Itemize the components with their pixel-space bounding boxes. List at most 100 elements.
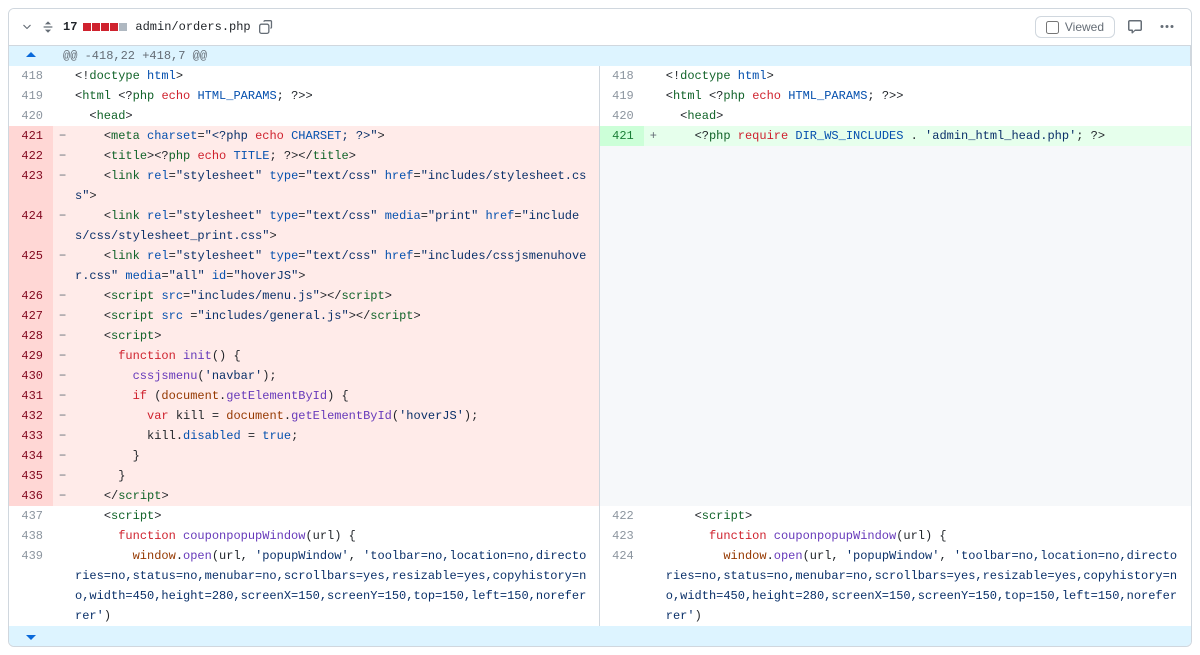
empty-code: [644, 446, 1191, 466]
comment-icon[interactable]: [1123, 15, 1147, 39]
diffstat-block: [92, 23, 100, 31]
line-number-left[interactable]: 438: [9, 526, 53, 546]
empty-gutter: [600, 306, 644, 326]
empty-gutter: [600, 346, 644, 366]
diff-row: 432− var kill = document.getElementById(…: [9, 406, 1191, 426]
line-number-right[interactable]: 419: [600, 86, 644, 106]
copy-path-icon[interactable]: [259, 20, 273, 34]
file-menu-icon[interactable]: [1155, 15, 1179, 39]
code-left-del: − <link rel="stylesheet" type="text/css"…: [53, 166, 600, 206]
empty-code: [644, 386, 1191, 406]
code-left-del: − }: [53, 446, 600, 466]
line-number-right[interactable]: 418: [600, 66, 644, 86]
line-number-left[interactable]: 422: [9, 146, 53, 166]
empty-code: [644, 486, 1191, 506]
empty-code: [644, 206, 1191, 246]
empty-gutter: [600, 166, 644, 206]
code-left: <!doctype html>: [53, 66, 600, 86]
empty-gutter: [600, 326, 644, 346]
line-number-left[interactable]: 418: [9, 66, 53, 86]
diff-row: 430− cssjsmenu('navbar');: [9, 366, 1191, 386]
diff-row: 431− if (document.getElementById) {: [9, 386, 1191, 406]
line-number-left[interactable]: 431: [9, 386, 53, 406]
diff-row: 435− }: [9, 466, 1191, 486]
line-number-left[interactable]: 433: [9, 426, 53, 446]
line-number-left[interactable]: 429: [9, 346, 53, 366]
diff-row: 437 <script>422 <script>: [9, 506, 1191, 526]
diff-file: 17 admin/orders.php Viewed @@ -418,: [8, 8, 1192, 647]
diff-row: 426− <script src="includes/menu.js"></sc…: [9, 286, 1191, 306]
code-right: <!doctype html>: [644, 66, 1191, 86]
diffstat-block: [119, 23, 127, 31]
file-path[interactable]: admin/orders.php: [135, 20, 250, 34]
line-number-left[interactable]: 435: [9, 466, 53, 486]
diffstat: 17: [63, 20, 127, 34]
empty-gutter: [600, 426, 644, 446]
diff-row: 421− <meta charset="<?php echo CHARSET; …: [9, 126, 1191, 146]
line-number-left[interactable]: 420: [9, 106, 53, 126]
code-left-del: − var kill = document.getElementById('ho…: [53, 406, 600, 426]
code-left: <html <?php echo HTML_PARAMS; ?>>: [53, 86, 600, 106]
diff-row: 436− </script>: [9, 486, 1191, 506]
diff-row: 425− <link rel="stylesheet" type="text/c…: [9, 246, 1191, 286]
code-left: function couponpopupWindow(url) {: [53, 526, 600, 546]
code-left-del: − <title><?php echo TITLE; ?></title>: [53, 146, 600, 166]
line-number-right[interactable]: 420: [600, 106, 644, 126]
code-left-del: − function init() {: [53, 346, 600, 366]
line-number-left[interactable]: 423: [9, 166, 53, 206]
empty-gutter: [600, 466, 644, 486]
line-number-left[interactable]: 426: [9, 286, 53, 306]
diff-row: 423− <link rel="stylesheet" type="text/c…: [9, 166, 1191, 206]
empty-gutter: [600, 386, 644, 406]
code-left: <script>: [53, 506, 600, 526]
line-number-left[interactable]: 432: [9, 406, 53, 426]
empty-code: [644, 346, 1191, 366]
line-number-left[interactable]: 421: [9, 126, 53, 146]
file-header: 17 admin/orders.php Viewed: [9, 9, 1191, 46]
empty-code: [644, 466, 1191, 486]
empty-code: [644, 406, 1191, 426]
code-left-del: − </script>: [53, 486, 600, 506]
empty-gutter: [600, 366, 644, 386]
line-number-left[interactable]: 430: [9, 366, 53, 386]
line-number-right[interactable]: 421: [600, 126, 644, 146]
code-left-del: − <link rel="stylesheet" type="text/css"…: [53, 206, 600, 246]
line-number-right[interactable]: 423: [600, 526, 644, 546]
code-left-del: − kill.disabled = true;: [53, 426, 600, 446]
line-number-left[interactable]: 427: [9, 306, 53, 326]
empty-code: [644, 246, 1191, 286]
line-number-left[interactable]: 428: [9, 326, 53, 346]
line-number-left[interactable]: 434: [9, 446, 53, 466]
code-right-add: + <?php require DIR_WS_INCLUDES . 'admin…: [644, 126, 1191, 146]
collapse-toggle[interactable]: [21, 21, 33, 33]
line-number-left[interactable]: 424: [9, 206, 53, 246]
viewed-toggle[interactable]: Viewed: [1035, 16, 1115, 38]
line-number-right[interactable]: 424: [600, 546, 644, 626]
empty-gutter: [600, 406, 644, 426]
line-number-left[interactable]: 425: [9, 246, 53, 286]
line-number-left[interactable]: 437: [9, 506, 53, 526]
diff-row: 429− function init() {: [9, 346, 1191, 366]
viewed-checkbox[interactable]: [1046, 21, 1059, 34]
viewed-label: Viewed: [1065, 20, 1104, 34]
hunk-text: @@ -418,22 +418,7 @@: [53, 46, 1191, 66]
empty-code: [644, 426, 1191, 446]
line-number-left[interactable]: 436: [9, 486, 53, 506]
line-number-left[interactable]: 419: [9, 86, 53, 106]
line-number-right[interactable]: 422: [600, 506, 644, 526]
diff-table: @@ -418,22 +418,7 @@418<!doctype html>41…: [9, 46, 1191, 646]
diffstat-block: [101, 23, 109, 31]
diff-row: 438 function couponpopupWindow(url) {423…: [9, 526, 1191, 546]
empty-gutter: [600, 486, 644, 506]
expand-all-icon[interactable]: [41, 20, 55, 34]
line-number-left[interactable]: 439: [9, 546, 53, 626]
diffstat-count: 17: [63, 20, 77, 34]
diffstat-block: [110, 23, 118, 31]
empty-gutter: [600, 446, 644, 466]
diff-row: 427− <script src ="includes/general.js">…: [9, 306, 1191, 326]
diff-row: 424− <link rel="stylesheet" type="text/c…: [9, 206, 1191, 246]
empty-code: [644, 326, 1191, 346]
expand-down-icon[interactable]: [9, 626, 53, 646]
diffstat-blocks: [83, 23, 127, 31]
expand-up-icon[interactable]: [9, 46, 53, 66]
